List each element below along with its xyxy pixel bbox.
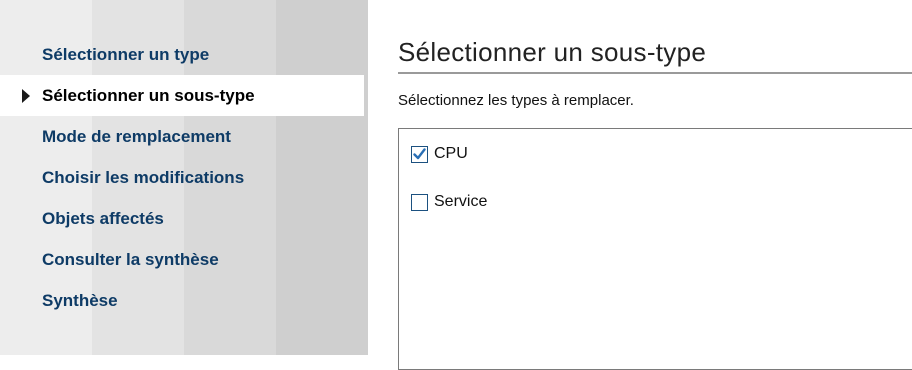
- step-label: Synthèse: [42, 291, 118, 310]
- step-summary[interactable]: Synthèse: [0, 280, 368, 321]
- subtype-list-panel: CPU Service: [398, 128, 912, 370]
- page-title: Sélectionner un sous-type: [398, 36, 912, 74]
- step-select-subtype[interactable]: Sélectionner un sous-type: [0, 75, 364, 116]
- step-replacement-mode[interactable]: Mode de remplacement: [0, 116, 368, 157]
- step-select-type[interactable]: Sélectionner un type: [0, 34, 368, 75]
- option-service[interactable]: Service: [411, 191, 487, 213]
- option-label: CPU: [434, 145, 468, 162]
- step-label: Choisir les modifications: [42, 168, 245, 187]
- current-step-arrow-icon: [22, 89, 30, 103]
- option-label: Service: [434, 193, 488, 210]
- checkmark-icon: [413, 148, 426, 160]
- step-label: Sélectionner un sous-type: [42, 86, 255, 105]
- checkbox-service[interactable]: [411, 193, 428, 211]
- step-review-summary[interactable]: Consulter la synthèse: [0, 239, 368, 280]
- step-label: Consulter la synthèse: [42, 250, 219, 269]
- step-affected-objects[interactable]: Objets affectés: [0, 198, 368, 239]
- step-label: Mode de remplacement: [42, 127, 231, 146]
- step-label: Sélectionner un type: [42, 45, 210, 64]
- step-label: Objets affectés: [42, 209, 164, 228]
- instruction-text: Sélectionnez les types à remplacer.: [398, 92, 634, 109]
- step-choose-changes[interactable]: Choisir les modifications: [0, 157, 368, 198]
- wizard-sidebar: Sélectionner un type Sélectionner un sou…: [0, 0, 368, 355]
- checkbox-cpu[interactable]: [411, 145, 428, 163]
- option-cpu[interactable]: CPU: [411, 143, 468, 165]
- wizard-steps: Sélectionner un type Sélectionner un sou…: [0, 34, 368, 321]
- main-content: Sélectionner un sous-type Sélectionnez l…: [396, 0, 912, 370]
